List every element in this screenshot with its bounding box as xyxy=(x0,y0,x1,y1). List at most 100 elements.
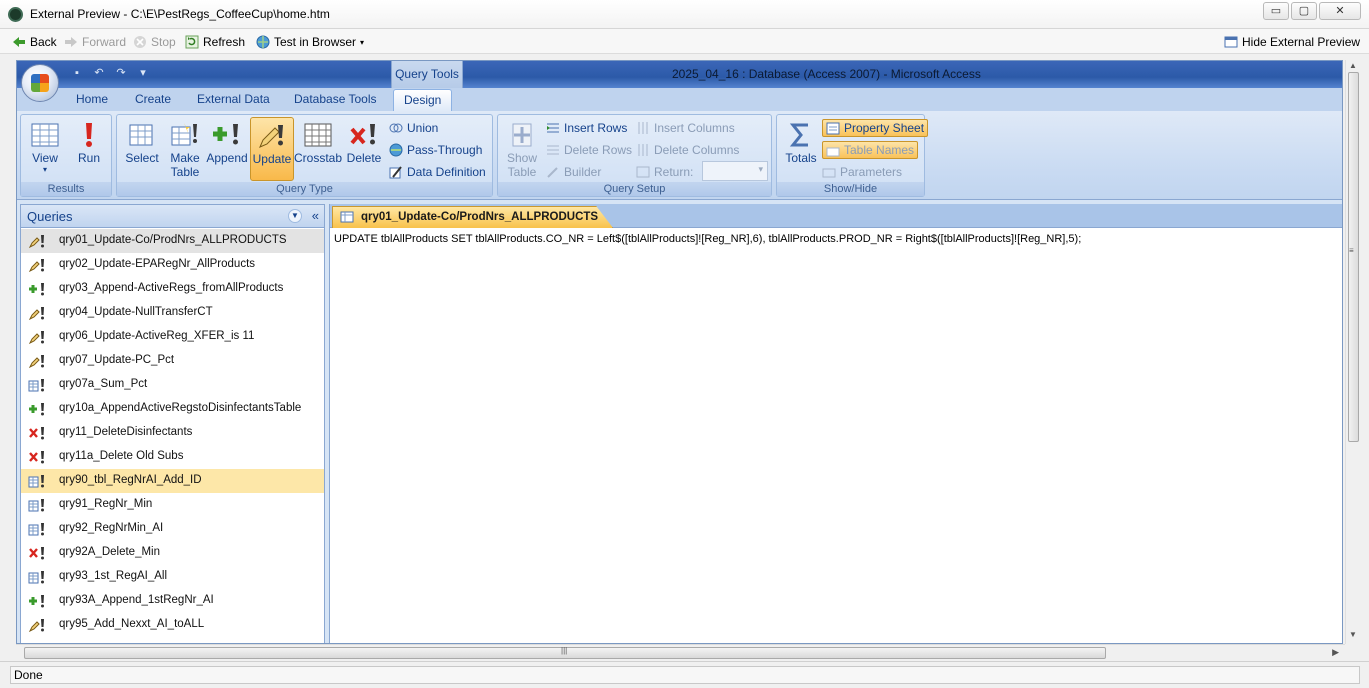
show-table-button[interactable]: Show Table xyxy=(500,117,544,181)
globe-icon xyxy=(256,35,270,49)
query-tools-context-label: Query Tools xyxy=(391,61,463,88)
query-list-item[interactable]: qry93A_Append_1stRegNr_AI xyxy=(21,589,324,613)
query-list-item[interactable]: qry01_Update-Co/ProdNrs_ALLPRODUCTS xyxy=(21,229,324,253)
insert-rows-button[interactable]: Insert Rows xyxy=(546,119,627,137)
horizontal-scrollbar[interactable]: ||| ▶ xyxy=(16,644,1345,660)
access-titlebar: ▪ ↶ ↷ ▾ Query Tools 2025_04_16 : Databas… xyxy=(17,61,1342,102)
return-combo[interactable] xyxy=(702,161,768,181)
append-query-icon xyxy=(29,595,44,608)
query-list-item[interactable]: qry10a_AppendActiveRegstoDisinfectantsTa… xyxy=(21,397,324,421)
close-button[interactable]: ✕ xyxy=(1319,2,1361,20)
property-sheet-button[interactable]: Property Sheet xyxy=(822,119,929,137)
chevron-down-icon: ▾ xyxy=(42,165,47,174)
view-button[interactable]: View ▾ xyxy=(23,117,67,181)
show-table-icon xyxy=(512,123,532,147)
query-list-item[interactable]: qry92_RegNrMin_AI xyxy=(21,517,324,541)
union-icon xyxy=(389,123,403,133)
append-button[interactable]: Append xyxy=(205,117,249,181)
parameters-button[interactable]: Parameters xyxy=(822,163,902,181)
query-list-item-label: qry06_Update-ActiveReg_XFER_is 11 xyxy=(59,330,255,342)
make-table-button[interactable]: Make Table xyxy=(163,117,207,181)
parameters-icon xyxy=(822,168,836,178)
tab-database-tools[interactable]: Database Tools xyxy=(294,92,377,106)
save-icon[interactable]: ▪ xyxy=(69,65,85,81)
query-list-item[interactable]: qry04_Update-NullTransferCT xyxy=(21,301,324,325)
nav-title[interactable]: Queries xyxy=(27,209,73,224)
table-names-button[interactable]: Table Names xyxy=(822,141,919,159)
query-list-item[interactable]: qry91_RegNr_Min xyxy=(21,493,324,517)
scroll-down-icon[interactable]: ▼ xyxy=(1349,630,1357,639)
nav-header: Queries ▼ « xyxy=(21,205,324,228)
query-list-item-label: qry07a_Sum_Pct xyxy=(59,378,148,390)
delete-columns-button[interactable]: Delete Columns xyxy=(636,141,739,159)
run-button[interactable]: Run xyxy=(67,117,111,181)
collapse-pane-icon[interactable]: « xyxy=(312,208,319,223)
scroll-grip-icon: ||| xyxy=(561,646,568,655)
office-button[interactable] xyxy=(21,64,59,102)
sigma-icon xyxy=(789,123,808,147)
sql-text-editor[interactable]: UPDATE tblAllProducts SET tblAllProducts… xyxy=(334,233,1081,245)
document-tab[interactable]: qry01_Update-Co/ProdNrs_ALLPRODUCTS xyxy=(332,206,614,228)
ribbon-tabs: Home Create External Data Database Tools… xyxy=(17,88,1342,111)
data-definition-icon xyxy=(389,166,402,179)
forward-button[interactable]: Forward xyxy=(64,33,126,51)
query-list-item[interactable]: qry92A_Delete_Min xyxy=(21,541,324,565)
query-list-item-label: qry01_Update-Co/ProdNrs_ALLPRODUCTS xyxy=(59,234,287,246)
crosstab-button[interactable]: Crosstab xyxy=(294,117,342,181)
builder-button[interactable]: Builder xyxy=(546,163,601,181)
insert-columns-icon xyxy=(638,122,648,134)
test-in-browser-button[interactable]: Test in Browser ▾ xyxy=(256,33,364,51)
maximize-button[interactable]: ▢ xyxy=(1291,2,1317,20)
tab-design[interactable]: Design xyxy=(393,89,453,111)
forward-arrow-icon xyxy=(65,37,77,47)
query-list-item[interactable]: qry06_Update-ActiveReg_XFER_is 11 xyxy=(21,325,324,349)
pass-through-button[interactable]: Pass-Through xyxy=(389,141,482,159)
scroll-right-icon[interactable]: ▶ xyxy=(1332,647,1339,658)
scroll-up-icon[interactable]: ▲ xyxy=(1349,61,1357,70)
union-button[interactable]: Union xyxy=(389,119,438,137)
undo-icon[interactable]: ↶ xyxy=(91,65,107,81)
query-list-item-label: qry07_Update-PC_Pct xyxy=(59,354,175,366)
results-group: View ▾ Run Results xyxy=(20,114,112,197)
refresh-icon xyxy=(185,35,199,49)
delete-rows-button[interactable]: Delete Rows xyxy=(546,141,632,159)
query-list-item[interactable]: qry11_DeleteDisinfectants xyxy=(21,421,324,445)
show-hide-group-label: Show/Hide xyxy=(777,182,924,196)
query-tab-icon xyxy=(340,211,354,223)
vertical-scrollbar[interactable]: ▲ ≡ ▼ xyxy=(1345,60,1361,644)
insert-columns-button[interactable]: Insert Columns xyxy=(636,119,735,137)
back-button[interactable]: Back xyxy=(12,33,57,51)
update-button[interactable]: Update xyxy=(250,117,294,181)
query-list-item[interactable]: qry93_1st_RegAI_All xyxy=(21,565,324,589)
query-list-item[interactable]: qry07_Update-PC_Pct xyxy=(21,349,324,373)
select-query-button[interactable]: Select xyxy=(120,117,164,181)
query-list-item[interactable]: qry02_Update-EPARegNr_AllProducts xyxy=(21,253,324,277)
hide-external-preview-button[interactable]: Hide External Preview xyxy=(1224,33,1360,51)
totals-button[interactable]: Totals xyxy=(779,117,823,181)
vertical-scroll-thumb[interactable] xyxy=(1348,72,1359,442)
update-query-icon xyxy=(28,259,44,272)
results-group-label: Results xyxy=(21,182,111,196)
query-list-item[interactable]: qry90_tbl_RegNrAI_Add_ID xyxy=(21,469,324,493)
query-list-item[interactable]: qry95_Add_Nexxt_AI_toALL xyxy=(21,613,324,637)
redo-icon[interactable]: ↷ xyxy=(113,65,129,81)
tab-home[interactable]: Home xyxy=(76,92,108,106)
query-list-item-label: qry10a_AppendActiveRegstoDisinfectantsTa… xyxy=(59,402,302,414)
query-list: qry01_Update-Co/ProdNrs_ALLPRODUCTS qry02… xyxy=(21,229,324,637)
query-list-item-label: qry92A_Delete_Min xyxy=(59,546,161,558)
query-list-item[interactable]: qry07a_Sum_Pct xyxy=(21,373,324,397)
stop-button[interactable]: Stop xyxy=(133,33,176,51)
return-icon xyxy=(636,166,650,178)
show-hide-group: Totals Property Sheet Table Names Parame… xyxy=(776,114,929,197)
refresh-button[interactable]: Refresh xyxy=(185,33,245,51)
delete-button[interactable]: Delete xyxy=(342,117,386,181)
query-list-item[interactable]: qry11a_Delete Old Subs xyxy=(21,445,324,469)
minimize-button[interactable]: ▭ xyxy=(1263,2,1289,20)
tab-create[interactable]: Create xyxy=(135,92,171,106)
append-query-icon xyxy=(29,403,44,416)
nav-dropdown-icon[interactable]: ▼ xyxy=(288,209,302,223)
data-definition-button[interactable]: Data Definition xyxy=(389,163,486,181)
query-list-item[interactable]: qry03_Append-ActiveRegs_fromAllProducts xyxy=(21,277,324,301)
tab-external-data[interactable]: External Data xyxy=(197,92,270,106)
customize-qat-icon[interactable]: ▾ xyxy=(135,65,151,81)
